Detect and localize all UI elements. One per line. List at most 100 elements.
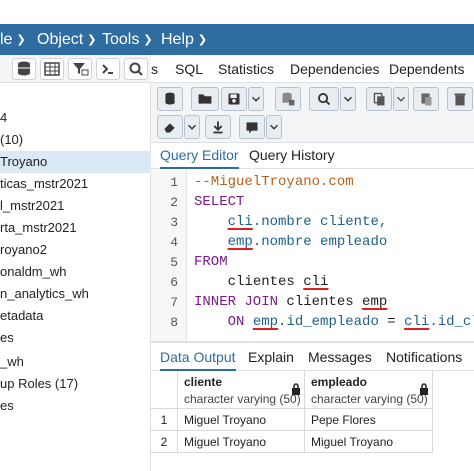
- table-cell[interactable]: Miguel Troyano: [305, 431, 433, 453]
- tab-notifications[interactable]: Notifications: [386, 343, 462, 371]
- table-name: clientes: [286, 294, 354, 310]
- results-tabs: Data Output Explain Messages Notificatio…: [151, 343, 474, 371]
- tree-item[interactable]: etadata: [0, 305, 151, 327]
- menu-help-label: Help: [161, 31, 194, 48]
- find-button[interactable]: [309, 87, 339, 111]
- save-options-caret[interactable]: [248, 87, 264, 111]
- tree-item[interactable]: es: [0, 327, 151, 349]
- filter-icon: [73, 63, 89, 76]
- browser-toolbar: [0, 55, 151, 83]
- grid-corner[interactable]: [151, 371, 178, 409]
- clear-button[interactable]: [157, 115, 183, 139]
- filter-rows-button[interactable]: [68, 58, 92, 80]
- line-number: 4: [170, 235, 178, 250]
- macro-icon: [246, 122, 258, 134]
- code-line-5: FROM: [194, 254, 228, 270]
- query-tool-icon: [102, 64, 113, 74]
- sql-editor[interactable]: 1 2 3 4 5 6 7 8 --MiguelTroyano.com SELE…: [151, 169, 474, 341]
- menu-object-label: Object: [37, 31, 84, 48]
- tab-query-editor[interactable]: Query Editor: [160, 143, 239, 169]
- object-browser: 4 (10) Troyano ticas_mstr2021 l_mstr2021…: [0, 55, 151, 471]
- table-cell[interactable]: Miguel Troyano: [178, 409, 305, 431]
- tab-explain[interactable]: Explain: [248, 343, 294, 371]
- search-icon: [129, 62, 143, 76]
- tree-item[interactable]: 4: [0, 107, 151, 129]
- download-icon: [213, 121, 223, 134]
- column-header-empleado[interactable]: empleado character varying (50): [305, 371, 433, 409]
- database-save-icon: [282, 92, 295, 106]
- save-file-button[interactable]: [221, 87, 247, 111]
- table-view-button[interactable]: [40, 58, 64, 80]
- row-number[interactable]: 2: [151, 431, 178, 453]
- lock-icon: [292, 383, 300, 395]
- tab-data-output[interactable]: Data Output: [160, 343, 236, 371]
- menu-tools[interactable]: Tools ❯: [102, 24, 153, 55]
- tree-item-selected[interactable]: Troyano: [0, 151, 151, 173]
- tab-statistics[interactable]: Statistics: [218, 55, 274, 83]
- menu-object[interactable]: Object ❯: [37, 24, 96, 55]
- table-cell[interactable]: Miguel Troyano: [178, 431, 305, 453]
- open-file-button[interactable]: [191, 87, 219, 111]
- results-grid: cliente character varying (50) empleado …: [151, 371, 474, 471]
- tree-item[interactable]: (10): [0, 129, 151, 151]
- database-icon: [18, 61, 30, 76]
- copy-options-caret[interactable]: [393, 87, 409, 111]
- chevron-down-icon: [270, 124, 278, 130]
- tree-item[interactable]: es: [0, 395, 151, 417]
- alias-emp: emp: [252, 314, 279, 330]
- tree-item[interactable]: l_mstr2021: [0, 195, 151, 217]
- download-button[interactable]: [205, 115, 231, 139]
- query-toolbar: [151, 83, 474, 143]
- tree-item[interactable]: n_analytics_wh: [0, 283, 151, 305]
- tab-dependents[interactable]: Dependents: [389, 55, 465, 83]
- column-type: character varying (50): [184, 392, 301, 406]
- tab-messages[interactable]: Messages: [308, 343, 372, 371]
- tab-query-history[interactable]: Query History: [249, 143, 335, 169]
- column-type: character varying (50): [311, 392, 428, 406]
- tree-item[interactable]: royano2: [0, 239, 151, 261]
- find-options-caret[interactable]: [340, 87, 356, 111]
- menu-help[interactable]: Help ❯: [161, 24, 207, 55]
- line-number: 2: [170, 195, 178, 210]
- delete-button[interactable]: [447, 87, 473, 111]
- code-line-4: emp.nombre empleado: [194, 234, 388, 250]
- code-line-7: INNER JOIN clientes emp: [194, 294, 387, 310]
- tab-dependencies[interactable]: Dependencies: [290, 55, 380, 83]
- code-line-2: SELECT: [194, 194, 245, 210]
- clear-options-caret[interactable]: [184, 115, 200, 139]
- paste-button[interactable]: [413, 87, 439, 111]
- panel-tabs: s SQL Statistics Dependencies Dependents: [151, 55, 474, 83]
- copy-button[interactable]: [366, 87, 392, 111]
- line-number: 7: [170, 295, 178, 310]
- row-number[interactable]: 1: [151, 409, 178, 431]
- code-line-8: ON emp.id_empleado = cli.id_clie: [194, 314, 474, 330]
- chevron-down-icon: [252, 96, 260, 102]
- query-tool-button[interactable]: [96, 58, 120, 80]
- table-cell[interactable]: Pepe Flores: [305, 409, 433, 431]
- macros-options-caret[interactable]: [266, 115, 282, 139]
- tree-item[interactable]: onaldm_wh: [0, 261, 151, 283]
- connection-button[interactable]: [157, 87, 183, 111]
- tree-item[interactable]: _wh: [0, 351, 151, 373]
- line-number: 3: [170, 215, 178, 230]
- save-data-button[interactable]: [275, 87, 301, 111]
- tab-sql[interactable]: SQL: [175, 55, 203, 83]
- column-ref: .nombre empleado: [252, 234, 388, 250]
- line-gutter: 1 2 3 4 5 6 7 8: [151, 169, 187, 341]
- table-icon: [44, 62, 60, 76]
- pgadmin-window: le ❯ Object ❯ Tools ❯ Help ❯ 4 (10) Troy…: [0, 0, 474, 471]
- search-objects-button[interactable]: [124, 58, 148, 80]
- tree-item[interactable]: ticas_mstr2021: [0, 173, 151, 195]
- menu-file[interactable]: le ❯: [0, 24, 26, 55]
- code-line-1: --MiguelTroyano.com: [194, 174, 354, 190]
- macros-button[interactable]: [239, 115, 265, 139]
- chevron-down-icon: ❯: [87, 34, 97, 46]
- tree-item[interactable]: rta_mstr2021: [0, 217, 151, 239]
- tab-properties[interactable]: s: [151, 55, 158, 83]
- folder-open-icon: [198, 94, 212, 104]
- equals-operator: =: [387, 314, 396, 330]
- column-header-cliente[interactable]: cliente character varying (50): [178, 371, 305, 409]
- database-button[interactable]: [12, 58, 36, 80]
- on-keyword: ON: [227, 314, 245, 330]
- tree-item[interactable]: up Roles (17): [0, 373, 151, 395]
